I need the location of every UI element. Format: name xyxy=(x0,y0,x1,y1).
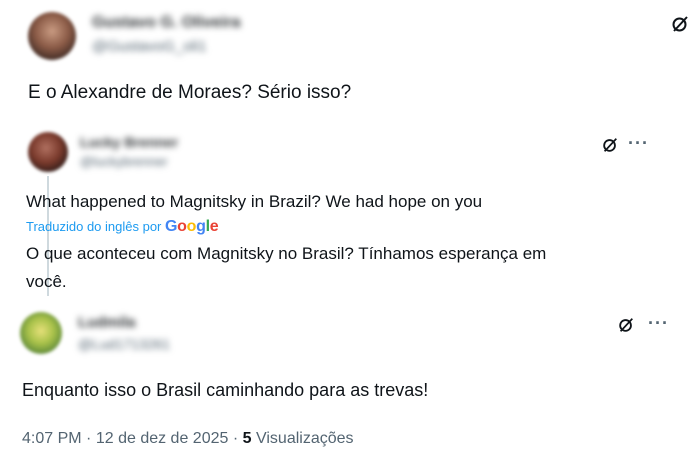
grok-icon[interactable] xyxy=(670,14,690,34)
meta-separator: · xyxy=(232,430,239,447)
avatar[interactable] xyxy=(28,12,76,60)
post-2: Lucky Brenner @luckybrenner ··· What hap… xyxy=(10,122,682,300)
avatar[interactable] xyxy=(20,312,62,354)
translation-credit[interactable]: Traduzido do inglês por Google xyxy=(26,218,219,236)
avatar[interactable] xyxy=(28,132,68,172)
display-name[interactable]: Lucky Brenner xyxy=(80,134,178,150)
translation-line-2: você. xyxy=(26,272,67,291)
more-icon[interactable]: ··· xyxy=(648,314,669,332)
translated-by-label: Traduzido do inglês por xyxy=(26,219,162,234)
display-name[interactable]: Ludmila xyxy=(78,314,136,331)
post-time[interactable]: 4:07 PM xyxy=(22,430,82,447)
more-icon[interactable]: ··· xyxy=(628,134,649,152)
display-name[interactable]: Gustavo G. Oliveira xyxy=(92,14,241,32)
grok-icon[interactable] xyxy=(601,136,619,154)
handle[interactable]: @Lud1713261 xyxy=(78,336,170,352)
views-count: 5 xyxy=(242,430,252,447)
post-date[interactable]: 12 de dez de 2025 xyxy=(96,430,229,447)
post-meta: 4:07 PM · 12 de dez de 2025 · 5 Visualiz… xyxy=(22,430,354,448)
post-text: Enquanto isso o Brasil caminhando para a… xyxy=(22,380,429,400)
post-text: E o Alexandre de Moraes? Sério isso? xyxy=(28,82,352,103)
views-label[interactable]: Visualizações xyxy=(256,430,354,447)
post-3: Ludmila @Lud1713261 ··· Enquanto isso o … xyxy=(4,296,696,464)
post-1: Gustavo G. Oliveira @GustavoG_oli1 E o A… xyxy=(0,0,696,125)
google-logo: Google xyxy=(165,218,219,235)
meta-separator: · xyxy=(86,430,92,447)
post-text: What happened to Magnitsky in Brazil? We… xyxy=(26,192,483,211)
handle[interactable]: @GustavoG_oli1 xyxy=(92,38,206,55)
handle[interactable]: @luckybrenner xyxy=(80,154,168,169)
grok-icon[interactable] xyxy=(617,316,635,334)
translation-line-1: O que aconteceu com Magnitsky no Brasil?… xyxy=(26,244,547,263)
